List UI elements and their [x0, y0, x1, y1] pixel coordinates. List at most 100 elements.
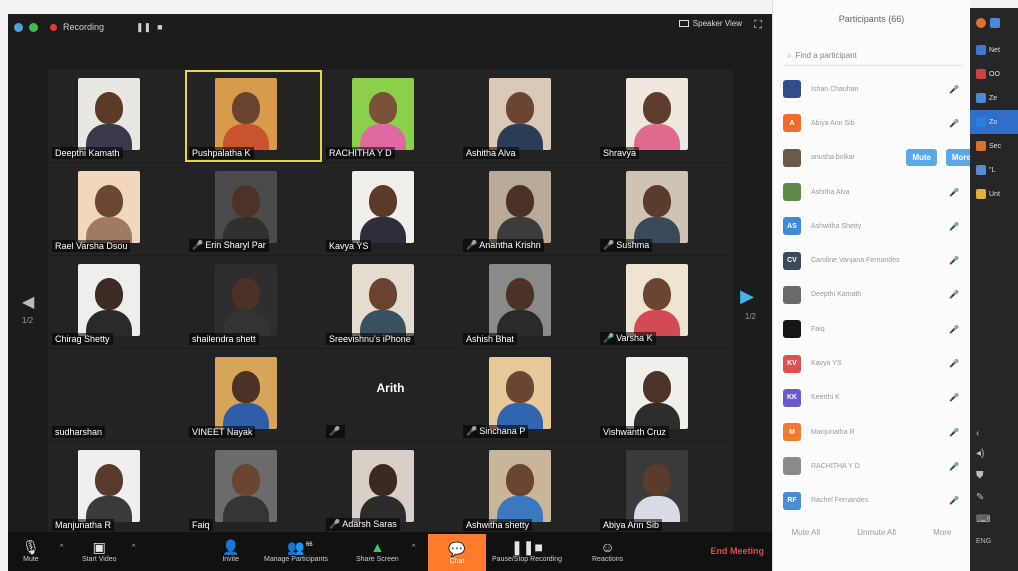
video-tile[interactable]: Arith 🎤	[322, 349, 459, 441]
share-options-chevron-icon[interactable]: ^	[412, 544, 415, 551]
participant-mute-button[interactable]: Mute	[906, 148, 937, 166]
video-tile[interactable]: Deepthi Kamath	[48, 70, 185, 162]
video-tile[interactable]: Kavya YS	[322, 163, 459, 255]
share-screen-button[interactable]: ▲ Share Screen	[356, 538, 399, 563]
chat-button[interactable]: 💬 Chat	[428, 534, 486, 571]
video-tile[interactable]: Ashwitha shetty	[459, 442, 596, 534]
video-tile[interactable]: Vishwanth Cruz	[596, 349, 733, 441]
participant-mic-icon: 🎤	[949, 359, 959, 369]
participant-row[interactable]: M Manjunatha R 🎤	[773, 415, 971, 449]
participant-head	[232, 278, 260, 310]
video-tile[interactable]: sudharshan	[48, 349, 185, 441]
secondary-window-item[interactable]: OO	[970, 62, 1018, 86]
video-tile[interactable]: Abiya Ann Sib	[596, 442, 733, 534]
secondary-window-item[interactable]: Sec	[970, 134, 1018, 158]
item-icon	[976, 69, 986, 79]
fullscreen-icon[interactable]: ⛶	[754, 19, 762, 32]
participant-video	[489, 78, 551, 150]
pen-icon[interactable]: ✎	[976, 492, 984, 503]
start-video-button[interactable]: ▣ Start Video	[82, 538, 117, 563]
participant-row[interactable]: A Abiya Ann Sib 🎤	[773, 106, 971, 140]
video-tile[interactable]: Sreevishnu's iPhone	[322, 256, 459, 348]
participant-list: Ishan Chauhan 🎤 A Abiya Ann Sib 🎤 anusha bolk…	[773, 72, 977, 518]
pause-stop-recording-label: Pause/Stop Recording	[492, 556, 563, 563]
secondary-window-item[interactable]: Unt	[970, 182, 1018, 206]
find-participant-search[interactable]: ⌕ Find a participant	[783, 46, 963, 66]
participant-row[interactable]: Deepthi Kamath 🎤	[773, 278, 971, 312]
video-tile[interactable]: Rael Varsha Dsou	[48, 163, 185, 255]
end-meeting-button[interactable]: End Meeting	[711, 546, 765, 556]
participant-name-label: 🎤 Sushma	[600, 239, 653, 252]
video-tile[interactable]: shailendra shett	[185, 256, 322, 348]
video-tile[interactable]: 🎤 Adarsh Saras	[322, 442, 459, 534]
more-options-button[interactable]: More	[933, 528, 951, 537]
item-label: Sec	[989, 142, 1002, 150]
participant-row[interactable]: AS Ashwitha Shetty 🎤	[773, 209, 971, 243]
participant-row[interactable]: anusha bolkar Mute More	[773, 141, 977, 175]
participant-name-label: 🎤 Varsha K	[600, 332, 656, 345]
participant-row[interactable]: KV Kavya YS 🎤	[773, 346, 971, 380]
participant-row[interactable]: CV Caroline Vanjana Fernandes 🎤	[773, 243, 971, 277]
info-icon[interactable]	[14, 22, 23, 32]
secondary-window-item[interactable]: Net	[970, 38, 1018, 62]
video-tile[interactable]: Pushpalatha K	[185, 70, 322, 162]
video-tile[interactable]: 🎤 Varsha K	[596, 256, 733, 348]
secondary-window-topbar	[970, 8, 1018, 38]
participant-name-label: 🎤 Adarsh Saras	[326, 518, 400, 531]
video-tile[interactable]: 🎤 Anantha Krishn	[459, 163, 596, 255]
video-tile[interactable]: Shravya	[596, 70, 733, 162]
unmute-all-button[interactable]: Unmute All	[857, 528, 896, 537]
mute-button[interactable]: 🎙 Mute	[22, 538, 40, 563]
participant-head	[95, 92, 123, 124]
microphone-icon: 🎙	[22, 539, 40, 555]
video-tile[interactable]: Manjunatha R	[48, 442, 185, 534]
security-shield-icon[interactable]	[29, 22, 38, 32]
video-tile[interactable]: Faiq	[185, 442, 322, 534]
audio-options-chevron-icon[interactable]: ^	[60, 544, 63, 551]
video-tile[interactable]: Ashish Bhat	[459, 256, 596, 348]
speaker-icon[interactable]: ◂)	[976, 448, 984, 459]
next-page-arrow-icon[interactable]: ▶	[740, 286, 754, 307]
participant-video	[489, 171, 551, 243]
participant-video	[78, 78, 140, 150]
keyboard-icon[interactable]: ⌨	[976, 514, 990, 525]
video-tile[interactable]: 🎤 Sushma	[596, 163, 733, 255]
video-options-chevron-icon[interactable]: ^	[132, 544, 135, 551]
video-tile[interactable]: Chirag Shetty	[48, 256, 185, 348]
pause-stop-recording-button[interactable]: ❚❚■ Pause/Stop Recording	[492, 538, 562, 563]
participants-panel-footer: Mute All Unmute All More	[773, 528, 970, 537]
participant-name-label: Ashish Bhat	[463, 333, 518, 345]
participant-row[interactable]: KK Keerthi K 🎤	[773, 381, 971, 415]
stop-recording-icon[interactable]: ■	[157, 22, 162, 32]
mute-all-button[interactable]: Mute All	[792, 528, 820, 537]
invite-button[interactable]: 👤 Invite	[222, 538, 239, 563]
reactions-button[interactable]: ☺ Reactions	[592, 538, 623, 563]
participant-name-label: Chirag Shetty	[52, 333, 113, 345]
pause-recording-icon[interactable]: ❚❚	[136, 22, 151, 33]
video-tile[interactable]: Ashitha Alva	[459, 70, 596, 162]
video-tile[interactable]: 🎤 Sinchana P	[459, 349, 596, 441]
participant-row[interactable]: Faiq 🎤	[773, 312, 971, 346]
item-label: Ze	[989, 94, 998, 102]
participant-row[interactable]: RACHITHA Y D 🎤	[773, 449, 971, 483]
video-tile[interactable]: RACHITHA Y D	[322, 70, 459, 162]
participant-name-text: VINEET Nayak	[192, 427, 253, 437]
participant-name-label: Sreevishnu's iPhone	[326, 333, 414, 345]
participant-row[interactable]: Ashitha Alva 🎤	[773, 175, 971, 209]
participant-row[interactable]: Ishan Chauhan 🎤	[773, 72, 971, 106]
secondary-window-item[interactable]: "L	[970, 158, 1018, 182]
participant-head	[506, 464, 534, 496]
participant-row[interactable]: RF Rachel Fernandes 🎤	[773, 484, 971, 518]
video-tile[interactable]: VINEET Nayak	[185, 349, 322, 441]
chevron-left-icon[interactable]: ‹	[976, 428, 979, 439]
participant-mic-icon: 🎤	[949, 461, 959, 471]
speaker-view-button[interactable]: Speaker View	[678, 19, 742, 28]
video-tile[interactable]: 🎤 Erin Sharyl Par	[185, 163, 322, 255]
previous-page-arrow-icon[interactable]: ◀	[22, 292, 34, 312]
shield-icon[interactable]: ⛊	[976, 470, 984, 481]
secondary-window-item[interactable]: Ze	[970, 86, 1018, 110]
manage-participants-button[interactable]: 👥 66 Manage Participants	[264, 538, 328, 563]
participant-video	[215, 171, 277, 243]
participant-name-text: Shravya	[603, 148, 637, 158]
secondary-window-item[interactable]: Zo	[970, 110, 1018, 134]
